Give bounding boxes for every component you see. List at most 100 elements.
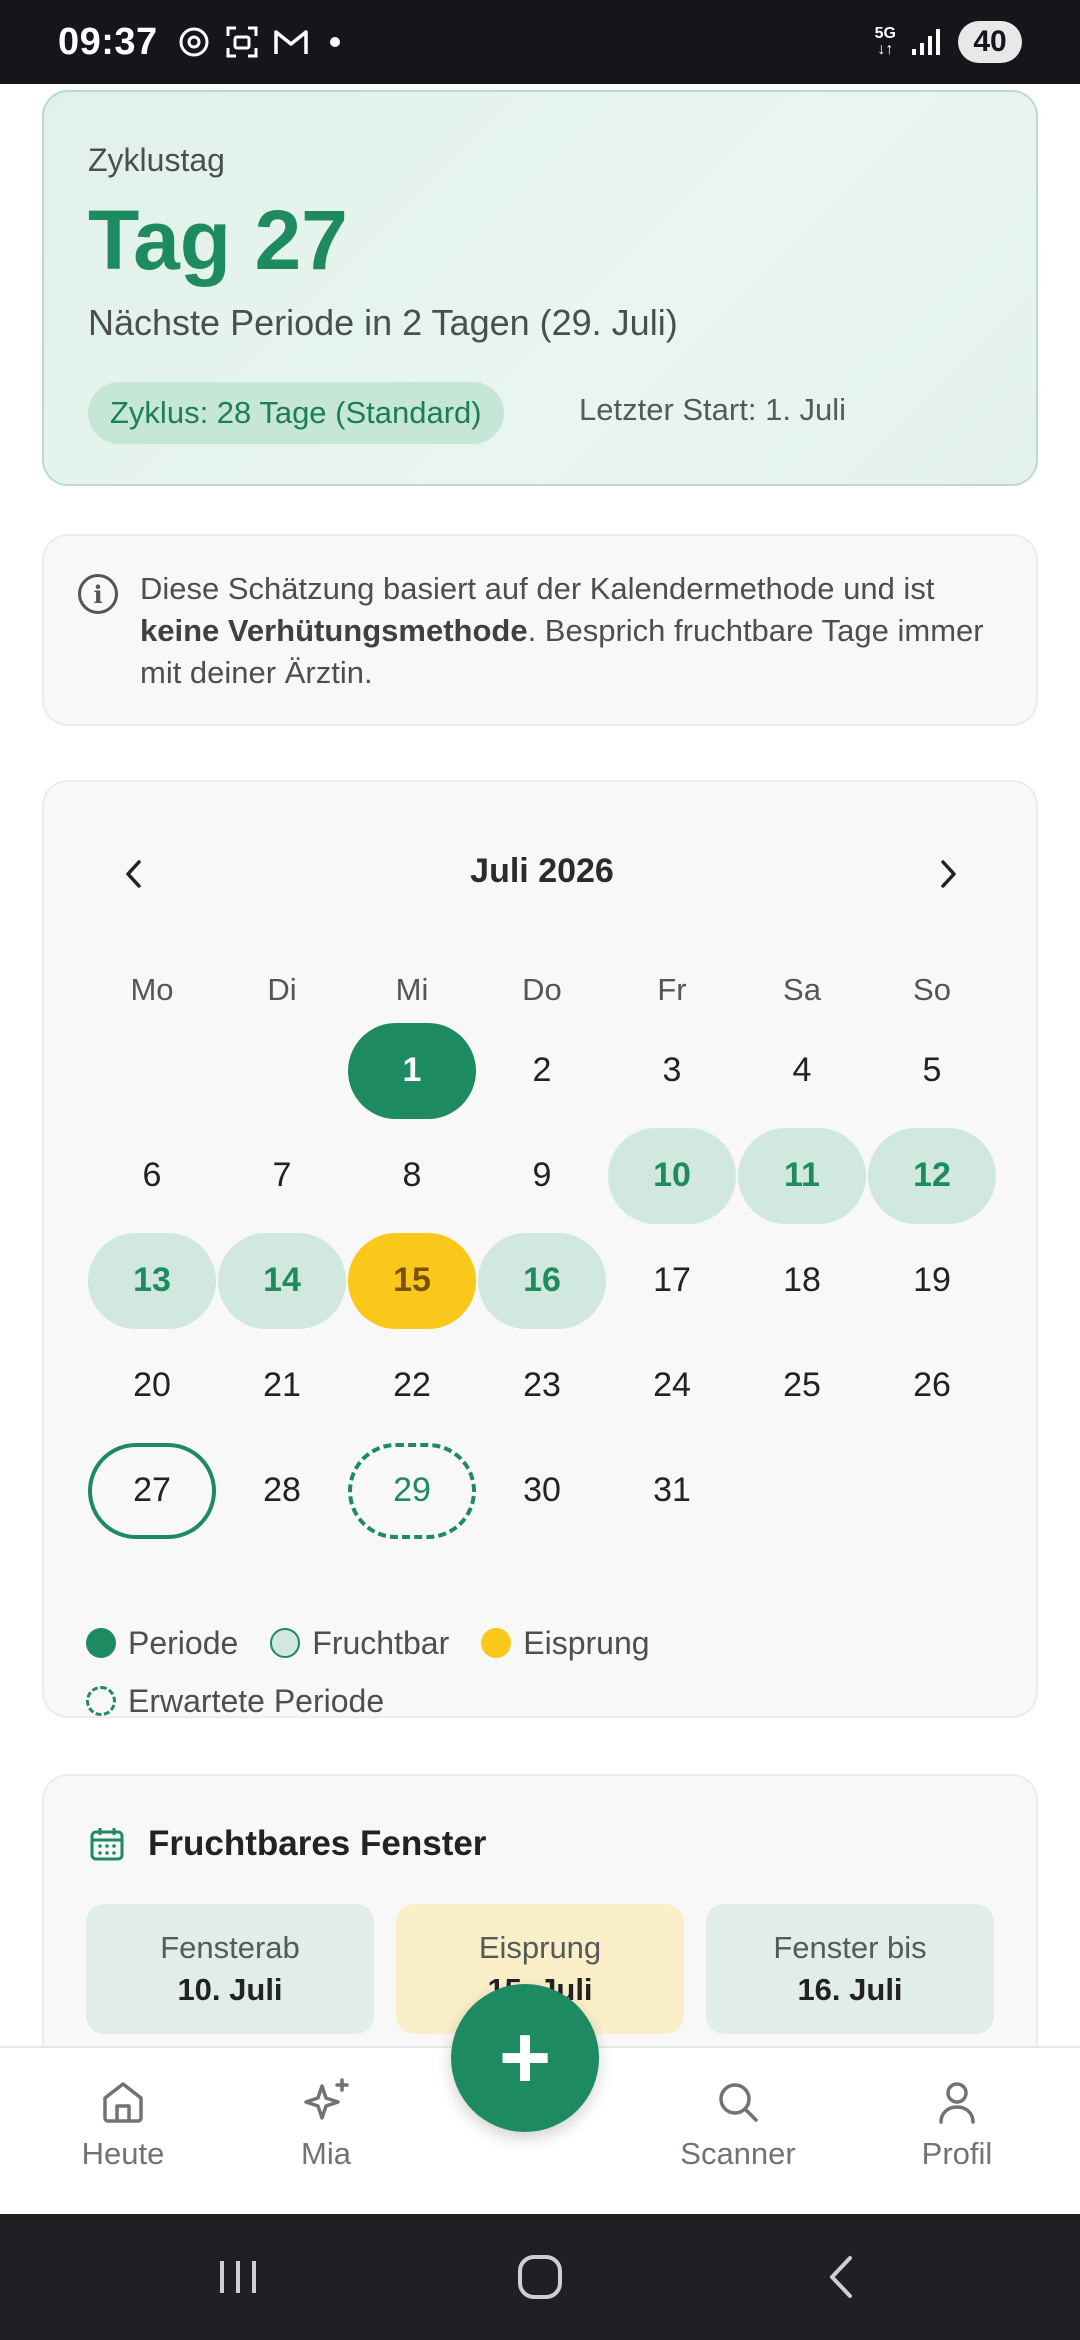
- calendar-day-9[interactable]: 9: [477, 1128, 607, 1224]
- add-entry-button[interactable]: +: [451, 1984, 599, 2132]
- calendar-grid: 1 2 3 4 5 6 7 8 9 10 11 12 13 14 15 16 17 18 19 20 21 22 23 24 2…: [87, 1018, 997, 1543]
- user-icon: [939, 2082, 975, 2124]
- fertile-dot-icon: [270, 1628, 301, 1658]
- notification-dot: [329, 37, 340, 47]
- day-number: 20: [133, 1366, 171, 1404]
- day-number: 2: [532, 1051, 552, 1089]
- calendar-day-4[interactable]: 4: [737, 1023, 867, 1119]
- calendar-empty-cell: [867, 1443, 997, 1539]
- next-month-button[interactable]: [918, 844, 978, 904]
- next-period-text: Nächste Periode in 2 Tagen (29. Juli): [88, 302, 678, 343]
- calendar-day-1[interactable]: 1: [347, 1022, 477, 1119]
- day-number: 24: [653, 1366, 691, 1404]
- calendar-week: 20 21 22 23 24 25 26: [87, 1333, 997, 1438]
- info-icon: i: [78, 574, 118, 614]
- ovulation-dot-icon: [481, 1628, 512, 1658]
- calendar-day-22[interactable]: 22: [347, 1338, 477, 1434]
- home-icon: [103, 2082, 143, 2123]
- calendar-day-19[interactable]: 19: [867, 1233, 997, 1329]
- nav-heute[interactable]: Heute: [43, 2076, 203, 2172]
- day-number: 26: [913, 1366, 951, 1404]
- day-number: 4: [792, 1051, 812, 1089]
- calendar-day-12[interactable]: 12: [867, 1127, 997, 1224]
- calendar-empty-cell: [87, 1023, 217, 1119]
- back-button[interactable]: [812, 2252, 872, 2302]
- calendar-day-6[interactable]: 6: [87, 1128, 217, 1224]
- calendar-day-20[interactable]: 20: [87, 1338, 217, 1434]
- cycle-day-card: Zyklustag Tag 27 Nächste Periode in 2 Ta…: [42, 90, 1038, 486]
- day-number: 3: [662, 1051, 682, 1089]
- calendar-day-2[interactable]: 2: [477, 1023, 607, 1119]
- weekday-label: Do: [522, 972, 562, 1007]
- calendar-day-13[interactable]: 13: [87, 1232, 217, 1329]
- calendar-day-8[interactable]: 8: [347, 1128, 477, 1224]
- ovulation-label: Eisprung: [478, 1930, 602, 1965]
- sparkle-icon: [304, 2078, 349, 2120]
- day-number: 18: [783, 1261, 821, 1299]
- day-number: 16: [478, 1232, 606, 1329]
- calendar-day-3[interactable]: 3: [607, 1023, 737, 1119]
- calendar-card: Juli 2026 Mo Di Mi Do Fr Sa So 123456789…: [42, 780, 1038, 1720]
- screenshot-icon: [226, 26, 258, 58]
- cycle-length-badge: Zyklus: 28 Tage (Standard): [88, 382, 504, 444]
- calendar-day-15[interactable]: 15: [347, 1232, 477, 1329]
- status-time: 09:37: [58, 20, 158, 63]
- calendar-day-21[interactable]: 21: [217, 1338, 347, 1434]
- status-bar: 09:37 5G ↓↑ 40: [0, 0, 1080, 84]
- weekday-label: Fr: [657, 972, 687, 1007]
- legend-expected: Erwartete Periode: [86, 1683, 384, 1720]
- disclaimer-text: Diese Schätzung basiert auf der Kalender…: [140, 571, 984, 690]
- main-content[interactable]: Zyklustag Tag 27 Nächste Periode in 2 Ta…: [0, 84, 1080, 2046]
- gmail-icon: [273, 30, 308, 54]
- calendar-icon: [90, 1828, 124, 1861]
- weekday-label: Mi: [395, 972, 429, 1007]
- day-number: 14: [218, 1232, 346, 1329]
- calendar-day-26[interactable]: 26: [867, 1338, 997, 1434]
- legend-ovulation: Eisprung: [481, 1625, 650, 1662]
- day-number: 30: [523, 1471, 561, 1509]
- calendar-day-23[interactable]: 23: [477, 1338, 607, 1434]
- calendar-day-16[interactable]: 16: [477, 1232, 607, 1329]
- calendar-day-25[interactable]: 25: [737, 1338, 867, 1434]
- day-number: 8: [402, 1156, 422, 1194]
- legend-period: Periode: [86, 1625, 238, 1662]
- calendar-day-11[interactable]: 11: [737, 1127, 867, 1224]
- battery-indicator: 40: [958, 21, 1022, 63]
- day-number: 7: [272, 1156, 292, 1194]
- nav-mia[interactable]: Mia: [246, 2076, 406, 2172]
- calendar-day-7[interactable]: 7: [217, 1128, 347, 1224]
- expected-dot-icon: [86, 1686, 116, 1716]
- calendar-day-29[interactable]: 29: [347, 1442, 477, 1539]
- nav-profil[interactable]: Profil: [877, 2076, 1037, 2172]
- nav-scanner[interactable]: Scanner: [658, 2076, 818, 2172]
- day-number: 13: [88, 1232, 216, 1329]
- nav-scanner-label: Scanner: [680, 2136, 796, 2171]
- weekday-label: Sa: [783, 972, 821, 1007]
- calendar-month-title: Juli 2026: [470, 852, 614, 890]
- home-button[interactable]: [510, 2252, 570, 2302]
- recent-apps-button[interactable]: [208, 2252, 268, 2302]
- window-start-value: 10. Juli: [177, 1972, 283, 2007]
- calendar-day-28[interactable]: 28: [217, 1443, 347, 1539]
- calendar-day-30[interactable]: 30: [477, 1443, 607, 1539]
- chevron-right-icon: [941, 860, 956, 888]
- weekday-label: Mo: [130, 972, 174, 1007]
- calendar-day-24[interactable]: 24: [607, 1338, 737, 1434]
- calendar-week: 27 28 29 30 31: [87, 1438, 997, 1543]
- calendar-day-31[interactable]: 31: [607, 1443, 737, 1539]
- day-number: 17: [653, 1261, 691, 1299]
- back-icon: [830, 2256, 852, 2298]
- chatgpt-icon: [179, 27, 209, 57]
- weekday-label: Di: [267, 972, 297, 1007]
- calendar-day-27[interactable]: 27: [87, 1442, 217, 1539]
- calendar-day-14[interactable]: 14: [217, 1232, 347, 1329]
- calendar-day-18[interactable]: 18: [737, 1233, 867, 1329]
- day-number: 27: [88, 1442, 216, 1539]
- day-number: 28: [263, 1471, 301, 1509]
- calendar-day-5[interactable]: 5: [867, 1023, 997, 1119]
- day-number: 1: [348, 1022, 476, 1119]
- calendar-day-10[interactable]: 10: [607, 1127, 737, 1224]
- window-start-label: Fensterab: [160, 1930, 300, 1965]
- recent-apps-icon: [220, 2261, 256, 2293]
- calendar-day-17[interactable]: 17: [607, 1233, 737, 1329]
